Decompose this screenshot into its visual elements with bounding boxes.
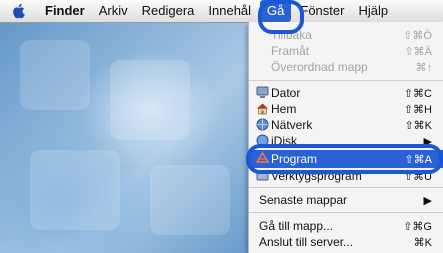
menu-item-label: Gå till mapp... xyxy=(259,219,334,233)
menu-item-shortcut: ⇧⌘C xyxy=(403,87,432,100)
menu-bar: Finder Arkiv Redigera Innehål Gå Fönster… xyxy=(0,0,443,23)
menu-item-home[interactable]: Hem ⇧⌘H xyxy=(249,101,443,117)
menu-item-label: Dator xyxy=(271,86,301,100)
menu-item-shortcut: ⇧⌘Ö xyxy=(403,29,432,42)
network-icon xyxy=(256,118,269,131)
menu-item-network[interactable]: Nätverk ⇧⌘K xyxy=(249,117,443,133)
menu-item-computer[interactable]: Dator ⇧⌘C xyxy=(249,85,443,101)
menu-item-shortcut: ⌘↑ xyxy=(415,61,433,74)
menu-finder[interactable]: Finder xyxy=(38,0,92,22)
menu-item-shortcut: ⌘K xyxy=(413,236,432,249)
computer-icon xyxy=(256,86,269,98)
menu-item-label: Hem xyxy=(271,102,297,116)
menu-redigera[interactable]: Redigera xyxy=(135,0,202,22)
apple-icon[interactable] xyxy=(12,3,26,19)
background-tile xyxy=(20,40,90,110)
menu-arkiv[interactable]: Arkiv xyxy=(92,0,135,22)
menu-separator xyxy=(249,212,443,213)
menu-innehall[interactable]: Innehål xyxy=(201,0,258,22)
home-icon xyxy=(257,103,268,115)
menu-item-parent-folder[interactable]: Överordnad mapp ⌘↑ xyxy=(249,59,443,75)
menu-item-connect-to-server[interactable]: Anslut till server... ⌘K xyxy=(249,234,443,250)
menu-hjalp[interactable]: Hjälp xyxy=(351,0,395,22)
background-tile xyxy=(30,150,120,230)
menu-item-shortcut: ⇧⌘K xyxy=(404,119,432,132)
menu-item-label: Framåt xyxy=(271,44,310,58)
menu-item-label: Anslut till server... xyxy=(259,235,354,249)
menu-item-shortcut: ⇧⌘Ä xyxy=(404,45,432,58)
menu-item-forward[interactable]: Framåt ⇧⌘Ä xyxy=(249,43,443,59)
menu-item-shortcut: ⇧⌘H xyxy=(403,103,432,116)
callout-ring-program-item xyxy=(246,144,443,174)
menu-item-go-to-folder[interactable]: Gå till mapp... ⇧⌘G xyxy=(249,218,443,234)
background-tile xyxy=(150,165,230,235)
submenu-arrow-icon: ▶ xyxy=(423,194,432,207)
menu-item-label: Överordnad mapp xyxy=(271,60,368,74)
callout-ring-go-menu xyxy=(258,0,304,34)
menu-separator xyxy=(249,187,443,188)
go-menu-dropdown: Tillbaka ⇧⌘Ö Framåt ⇧⌘Ä Överordnad mapp … xyxy=(248,22,443,253)
background-tile xyxy=(110,60,190,140)
menu-item-shortcut: ⇧⌘G xyxy=(403,220,432,233)
menu-item-label: Senaste mappar xyxy=(259,193,348,207)
menu-item-recent-folders[interactable]: Senaste mappar ▶ xyxy=(249,192,443,208)
menu-item-label: Nätverk xyxy=(271,118,313,132)
menu-separator xyxy=(249,80,443,81)
